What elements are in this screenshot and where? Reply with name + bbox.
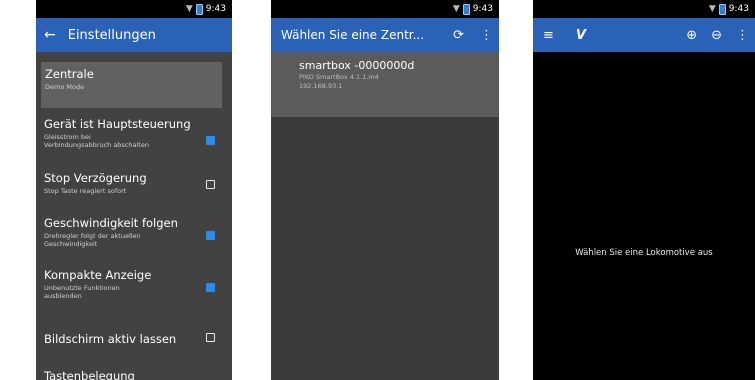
app-bar: ← Einstellungen	[36, 18, 232, 52]
setting-subtitle-line: Unbenutzte Funktionen	[44, 284, 120, 292]
setting-stop-verzoegerung[interactable]: Stop Verzögerung Stop Taste reagiert sof…	[36, 166, 232, 206]
checkbox-bildschirm-aktiv[interactable]	[206, 333, 215, 342]
status-time: 9:43	[472, 4, 493, 14]
wifi-icon: ▼	[452, 4, 460, 14]
status-bar: ▼ 9:43	[533, 0, 755, 18]
back-arrow-icon[interactable]: ←	[44, 27, 56, 43]
checkbox-hauptsteuerung[interactable]	[206, 136, 215, 145]
checkbox-kompakte-anzeige[interactable]	[206, 283, 215, 292]
setting-subtitle-line: ausblenden	[44, 292, 82, 300]
settings-screen: ▼ 9:43 ← Einstellungen Zentrale Demo Mod…	[36, 0, 232, 380]
page-title: Wählen Sie eine Zentr...	[281, 28, 425, 42]
setting-subtitle-line: Gleisstrom bei	[44, 133, 91, 141]
setting-hauptsteuerung[interactable]: Gerät ist Hauptsteuerung Gleisstrom bei …	[36, 112, 232, 164]
setting-title: Kompakte Anzeige	[44, 268, 152, 282]
overflow-menu-icon[interactable]: ⋮	[736, 28, 749, 43]
status-bar: ▼ 9:43	[271, 0, 499, 18]
battery-icon	[718, 3, 726, 15]
wifi-icon: ▼	[185, 4, 193, 14]
setting-subtitle-line: Geschwindigkeit	[44, 240, 98, 248]
status-time: 9:43	[728, 4, 749, 14]
setting-zentrale[interactable]: Zentrale Demo Mode	[41, 62, 222, 108]
app-bar: Wählen Sie eine Zentr... ⟳ ⋮	[271, 18, 499, 52]
list-item-smartbox[interactable]: smartbox -0000000d PIKO SmartBox 4.1.1.m…	[271, 52, 499, 117]
refresh-icon[interactable]: ⟳	[453, 28, 464, 43]
select-central-screen: ▼ 9:43 Wählen Sie eine Zentr... ⟳ ⋮ smar…	[271, 0, 499, 380]
setting-subtitle: Demo Mode	[45, 83, 85, 91]
empty-state-message: Wählen Sie eine Lokomotive aus	[575, 248, 713, 258]
setting-bildschirm-aktiv[interactable]: Bildschirm aktiv lassen	[36, 324, 232, 354]
setting-subtitle: Gleisstrom bei Verbindungsabbruch abscha…	[44, 133, 224, 149]
setting-title: Gerät ist Hauptsteuerung	[44, 117, 191, 131]
overflow-menu-icon[interactable]: ⋮	[480, 28, 493, 43]
setting-title: Tastenbelegung	[44, 369, 135, 380]
setting-title: Geschwindigkeit folgen	[44, 216, 178, 230]
checkbox-geschwindigkeit-folgen[interactable]	[206, 231, 215, 240]
hamburger-menu-icon[interactable]: ≡	[543, 28, 554, 43]
wifi-icon: ▼	[708, 4, 716, 14]
remove-circle-icon[interactable]: ⊖	[711, 28, 722, 43]
setting-geschwindigkeit-folgen[interactable]: Geschwindigkeit folgen Drehregler folgt …	[36, 211, 232, 263]
app-logo-icon: V	[575, 27, 586, 43]
app-bar: ≡ V ⊕ ⊖ ⋮	[533, 18, 755, 52]
status-bar: ▼ 9:43	[36, 0, 232, 18]
setting-title: Stop Verzögerung	[44, 171, 147, 185]
item-address: 192.168.93.1	[299, 82, 343, 90]
setting-title: Zentrale	[45, 67, 94, 81]
battery-icon	[195, 3, 203, 15]
setting-tastenbelegung[interactable]: Tastenbelegung	[36, 364, 232, 380]
setting-subtitle: Stop Taste reagiert sofort	[44, 187, 127, 195]
page-title: Einstellungen	[67, 27, 156, 43]
setting-subtitle-line: Verbindungsabbruch abschalten	[44, 141, 149, 149]
checkbox-stop-verzoegerung[interactable]	[206, 180, 215, 189]
setting-subtitle-line: Drehregler folgt der aktuellen	[44, 232, 141, 240]
battery-icon	[462, 3, 470, 15]
setting-subtitle: Unbenutzte Funktionen ausblenden	[44, 284, 224, 300]
item-name: smartbox -0000000d	[299, 59, 415, 72]
setting-kompakte-anzeige[interactable]: Kompakte Anzeige Unbenutzte Funktionen a…	[36, 263, 232, 315]
item-description: PIKO SmartBox 4.1.1.m4	[299, 73, 379, 81]
setting-title: Bildschirm aktiv lassen	[44, 332, 177, 346]
add-circle-icon[interactable]: ⊕	[686, 28, 697, 43]
status-time: 9:43	[205, 4, 226, 14]
setting-subtitle: Drehregler folgt der aktuellen Geschwind…	[44, 232, 224, 248]
locomotive-screen: ▼ 9:43 ≡ V ⊕ ⊖ ⋮ Wählen Sie eine Lokomot…	[533, 0, 755, 380]
